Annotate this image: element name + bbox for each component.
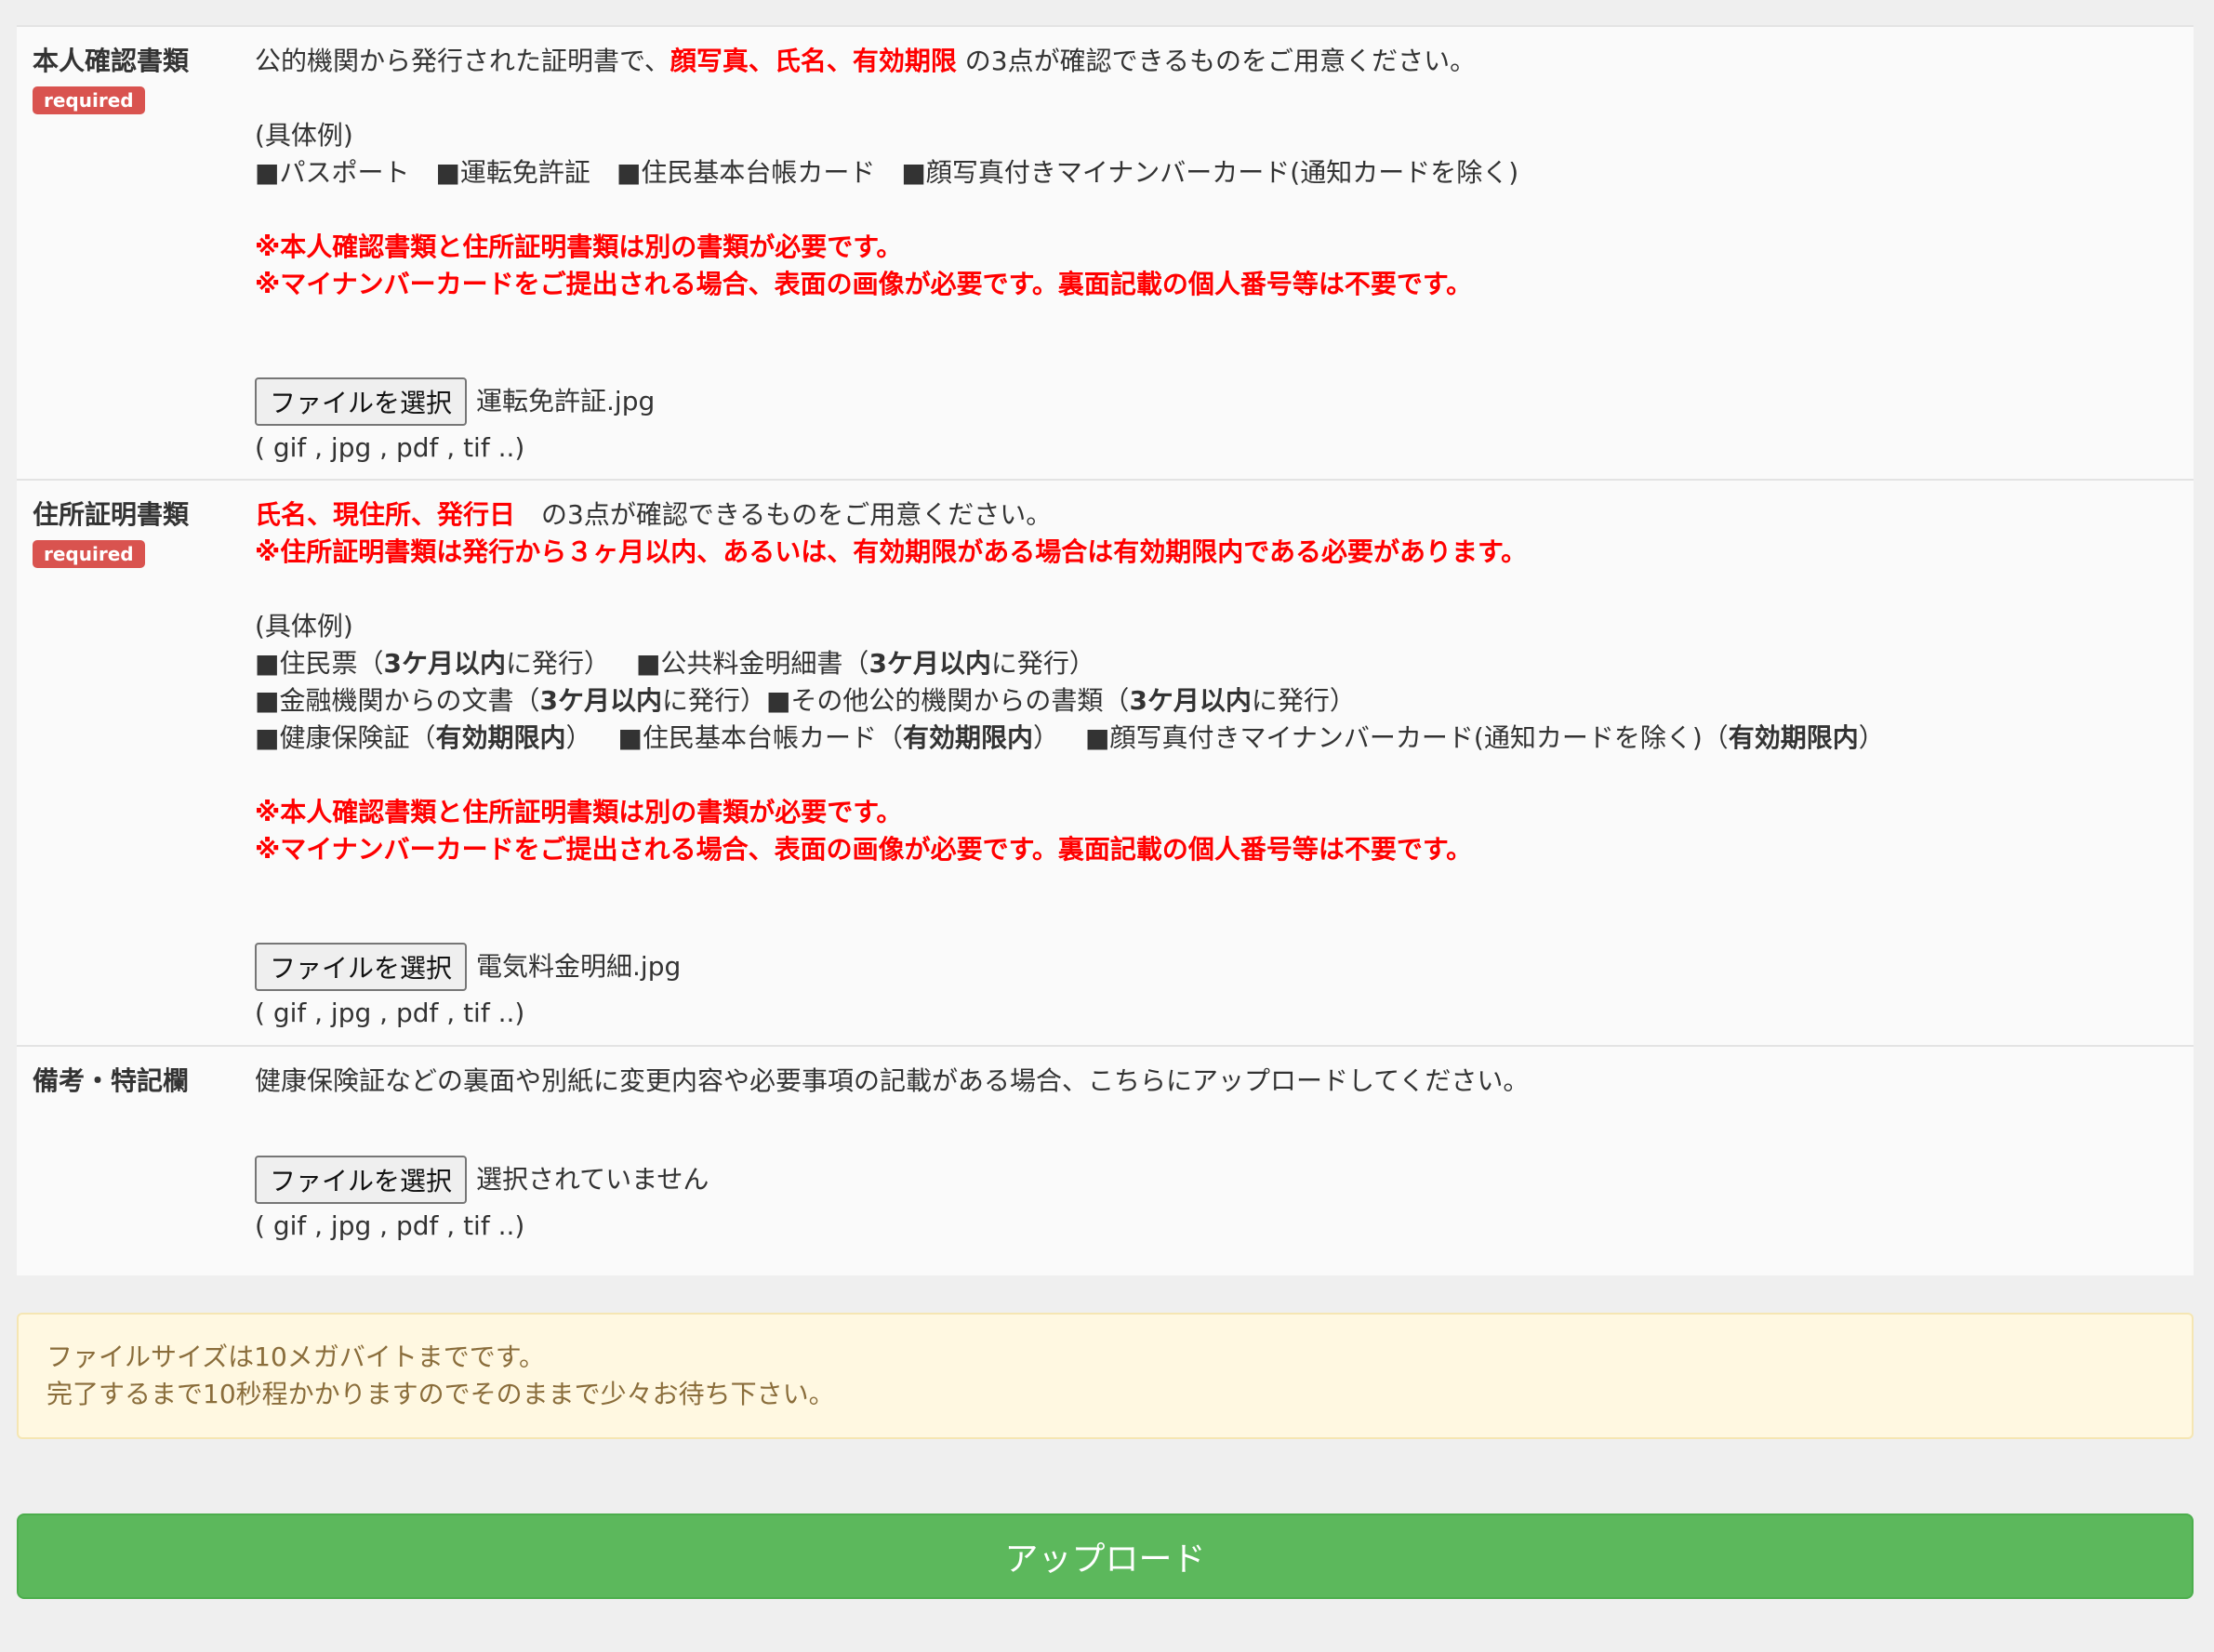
example-item: ■その他公的機関からの書類（3ケ月以内に発行） xyxy=(765,685,1356,716)
required-badge: required xyxy=(33,86,145,114)
selected-file-name: 選択されていません xyxy=(476,1164,709,1195)
example-item: ■顔写真付きマイナンバーカード(通知カードを除く) xyxy=(901,157,1519,188)
file-input: ファイルを選択 運転免許証.jpg xyxy=(255,377,2194,426)
mynumber-card-note: ※マイナンバーカードをご提出される場合、表面の画像が必要です。裏面記載の個人番号… xyxy=(255,834,1473,865)
examples-line-1: ■住民票（3ケ月以内に発行） ■公共料金明細書（3ケ月以内に発行） xyxy=(255,645,2194,682)
row-body: 公的機関から発行された証明書で、顔写真、氏名、有効期限 の3点が確認できるものを… xyxy=(240,43,2194,468)
examples-list: ■パスポート ■運転免許証 ■住民基本台帳カード ■顔写真付きマイナンバーカード(通知… xyxy=(255,154,2194,192)
form-table: 本人確認書類 required 公的機関から発行された証明書で、顔写真、氏名、有… xyxy=(17,25,2194,1275)
identity-label: 本人確認書類 xyxy=(33,46,190,76)
row-body: 氏名、現住所、発行日 の3点が確認できるものをご用意ください。 ※住所証明書類は… xyxy=(240,496,2194,1034)
selected-file-name: 電気料金明細.jpg xyxy=(476,951,682,982)
validity-note: ※住所証明書類は発行から３ヶ月以内、あるいは、有効期限がある場合は有効期限内であ… xyxy=(255,536,1528,567)
wait-message-text: 完了するまで10秒程かかりますのでそのままで少々お待ち下さい。 xyxy=(46,1379,835,1409)
identity-intro: 公的機関から発行された証明書で、顔写真、氏名、有効期限 の3点が確認できるものを… xyxy=(255,43,2194,80)
file-input: ファイルを選択 電気料金明細.jpg xyxy=(255,943,2194,991)
intro-text: の3点が確認できるものをご用意ください。 xyxy=(515,499,1053,530)
address-intro: 氏名、現住所、発行日 の3点が確認できるものをご用意ください。 xyxy=(255,496,2194,534)
upload-button[interactable]: アップロード xyxy=(17,1513,2194,1599)
example-item: ■住民基本台帳カード（有効期限内） xyxy=(617,722,1060,753)
row-identity-document: 本人確認書類 required 公的機関から発行された証明書で、顔写真、氏名、有… xyxy=(17,27,2194,481)
upload-notice: ファイルサイズは10メガバイトまでです。 完了するまで10秒程かかりますのでその… xyxy=(17,1313,2194,1439)
choose-file-button[interactable]: ファイルを選択 xyxy=(255,377,468,426)
remarks-label: 備考・特記欄 xyxy=(33,1065,190,1096)
example-item: ■健康保険証（有効期限内） xyxy=(255,722,592,753)
mynumber-card-note: ※マイナンバーカードをご提出される場合、表面の画像が必要です。裏面記載の個人番号… xyxy=(255,269,1473,299)
allowed-extensions-hint: ( gif , jpg , pdf , tif ..) xyxy=(255,998,525,1028)
row-label: 住所証明書類 required xyxy=(17,496,240,1034)
file-size-limit-text: ファイルサイズは10メガバイトまでです。 xyxy=(46,1341,545,1372)
choose-file-button[interactable]: ファイルを選択 xyxy=(255,1156,468,1204)
separate-documents-note: ※本人確認書類と住所証明書類は別の書類が必要です。 xyxy=(255,797,903,827)
required-badge: required xyxy=(33,540,145,568)
examples-heading: (具体例) xyxy=(255,120,353,151)
example-item: ■パスポート xyxy=(255,157,410,188)
examples-line-2: ■金融機関からの文書（3ケ月以内に発行）■その他公的機関からの書類（3ケ月以内に… xyxy=(255,682,2194,720)
address-label: 住所証明書類 xyxy=(33,499,190,530)
upload-form: 本人確認書類 required 公的機関から発行された証明書で、顔写真、氏名、有… xyxy=(17,25,2194,1599)
remarks-intro: 健康保険証などの裏面や別紙に変更内容や必要事項の記載がある場合、こちらにアップロ… xyxy=(255,1065,1530,1096)
separate-documents-note: ※本人確認書類と住所証明書類は別の書類が必要です。 xyxy=(255,231,903,262)
intro-text-end: の3点が確認できるものをご用意ください。 xyxy=(956,46,1477,76)
allowed-extensions-hint: ( gif , jpg , pdf , tif ..) xyxy=(255,1210,525,1241)
row-body: 健康保険証などの裏面や別紙に変更内容や必要事項の記載がある場合、こちらにアップロ… xyxy=(240,1063,2194,1264)
example-item: ■住民基本台帳カード xyxy=(616,157,876,188)
intro-text: 公的機関から発行された証明書で、 xyxy=(255,46,670,76)
examples-heading: (具体例) xyxy=(255,611,353,641)
intro-highlight: 顔写真、氏名、有効期限 xyxy=(670,46,957,76)
example-item: ■顔写真付きマイナンバーカード(通知カードを除く)（有効期限内） xyxy=(1085,722,1885,753)
row-remarks: 備考・特記欄 健康保険証などの裏面や別紙に変更内容や必要事項の記載がある場合、こ… xyxy=(17,1047,2194,1275)
examples-line-3: ■健康保険証（有効期限内） ■住民基本台帳カード（有効期限内） ■顔写真付きマイナン… xyxy=(255,720,2194,757)
selected-file-name: 運転免許証.jpg xyxy=(476,386,656,416)
choose-file-button[interactable]: ファイルを選択 xyxy=(255,943,468,991)
row-address-document: 住所証明書類 required 氏名、現住所、発行日 の3点が確認できるものをご… xyxy=(17,481,2194,1047)
example-item: ■公共料金明細書（3ケ月以内に発行） xyxy=(635,648,1095,679)
row-label: 備考・特記欄 xyxy=(17,1063,240,1264)
example-item: ■住民票（3ケ月以内に発行） xyxy=(255,648,610,679)
example-item: ■運転免許証 xyxy=(435,157,590,188)
allowed-extensions-hint: ( gif , jpg , pdf , tif ..) xyxy=(255,432,525,463)
row-label: 本人確認書類 required xyxy=(17,43,240,468)
file-input: ファイルを選択 選択されていません xyxy=(255,1156,2194,1204)
intro-highlight: 氏名、現住所、発行日 xyxy=(255,499,516,530)
example-item: ■金融機関からの文書（3ケ月以内に発行） xyxy=(255,685,766,716)
